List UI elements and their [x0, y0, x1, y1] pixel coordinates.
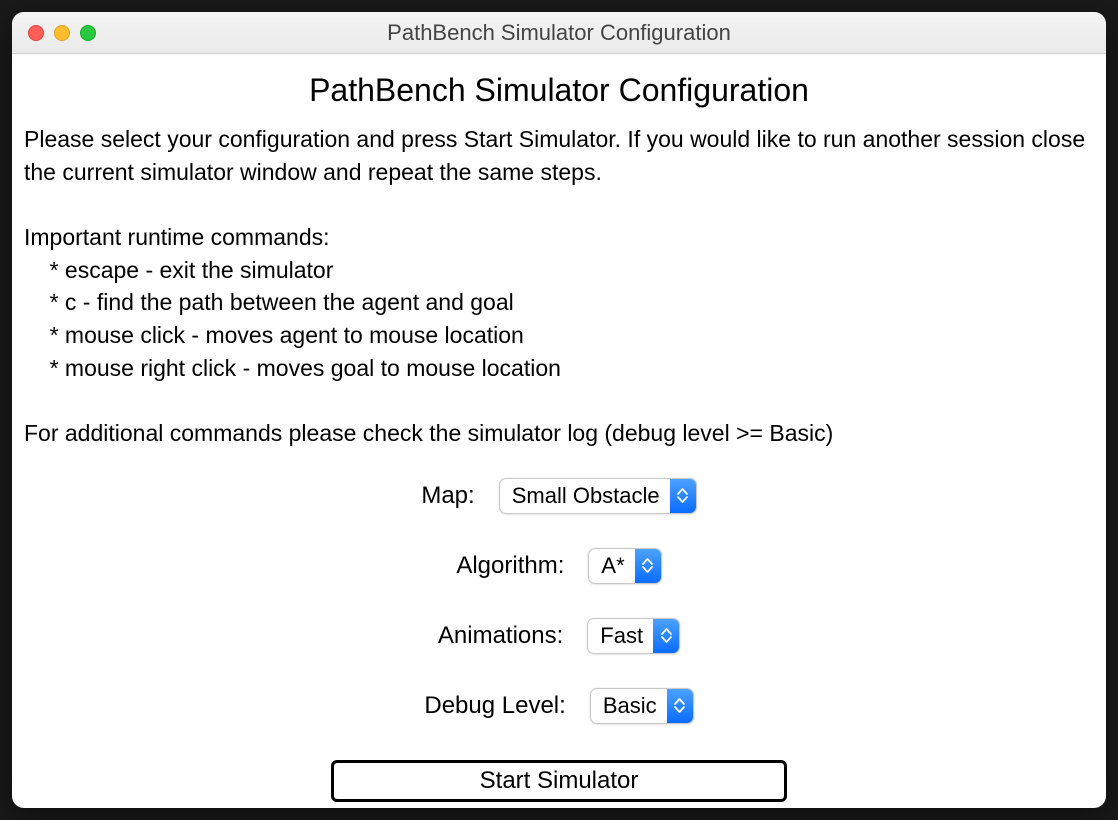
map-row: Map: Small Obstacle [421, 478, 696, 514]
algorithm-label: Algorithm: [456, 552, 564, 580]
algorithm-select[interactable]: A* [588, 548, 661, 584]
debug-level-select-value: Basic [591, 689, 667, 723]
map-label: Map: [421, 482, 474, 510]
config-form: Map: Small Obstacle Algorithm: A* [20, 478, 1098, 802]
algorithm-row: Algorithm: A* [456, 548, 661, 584]
chevron-up-down-icon [667, 689, 693, 723]
animations-select-value: Fast [588, 619, 653, 653]
titlebar: PathBench Simulator Configuration [12, 12, 1106, 54]
map-select-value: Small Obstacle [500, 479, 670, 513]
minimize-icon[interactable] [54, 25, 70, 41]
map-select[interactable]: Small Obstacle [499, 478, 697, 514]
animations-row: Animations: Fast [438, 618, 680, 654]
animations-select[interactable]: Fast [587, 618, 680, 654]
close-icon[interactable] [28, 25, 44, 41]
chevron-up-down-icon [653, 619, 679, 653]
debug-level-select[interactable]: Basic [590, 688, 694, 724]
chevron-up-down-icon [670, 479, 696, 513]
content-area: PathBench Simulator Configuration Please… [12, 54, 1106, 808]
start-simulator-button[interactable]: Start Simulator [331, 760, 787, 802]
window-title: PathBench Simulator Configuration [12, 20, 1106, 46]
animations-label: Animations: [438, 622, 563, 650]
maximize-icon[interactable] [80, 25, 96, 41]
debug-level-label: Debug Level: [424, 692, 565, 720]
chevron-up-down-icon [635, 549, 661, 583]
page-heading: PathBench Simulator Configuration [20, 72, 1098, 109]
instructions-text: Please select your configuration and pre… [20, 123, 1098, 450]
app-window: PathBench Simulator Configuration PathBe… [12, 12, 1106, 808]
traffic-lights [28, 25, 96, 41]
debug-level-row: Debug Level: Basic [424, 688, 693, 724]
algorithm-select-value: A* [589, 549, 634, 583]
